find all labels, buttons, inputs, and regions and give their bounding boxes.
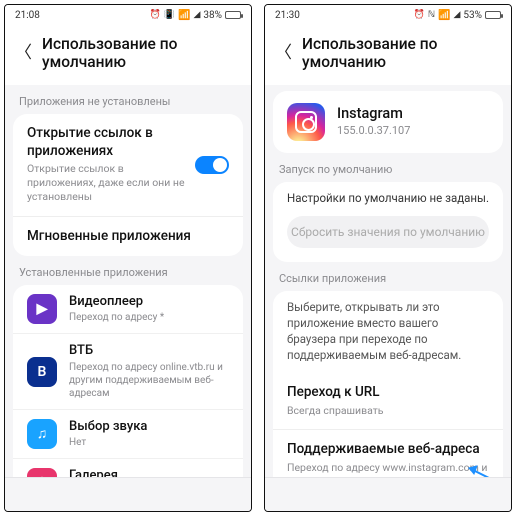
- wifi-icon: 📶: [178, 10, 190, 21]
- status-time: 21:30: [275, 10, 300, 21]
- alarm-icon: ⏰: [414, 10, 425, 20]
- open-links-row[interactable]: Открытие ссылок в приложениях Открытие с…: [13, 114, 243, 216]
- nav-recents-button[interactable]: [35, 484, 57, 506]
- links-description: Выберите, открывать ли это приложение вм…: [273, 291, 503, 373]
- app-row[interactable]: ▶ ВидеоплеерПереход по адресу *: [13, 285, 243, 333]
- nav-home-button[interactable]: [377, 484, 399, 506]
- battery-icon: [485, 11, 501, 19]
- section-launch: Запуск по умолчанию: [265, 153, 511, 182]
- instagram-icon: [287, 103, 325, 141]
- battery-pct: 53%: [463, 10, 482, 21]
- app-icon: ▶: [27, 294, 57, 324]
- wifi-icon: 📶: [438, 10, 450, 21]
- back-icon[interactable]: 〈: [275, 45, 292, 62]
- app-row[interactable]: ♫ Выбор звукаНет: [13, 409, 243, 458]
- vibrate-icon: 📳: [164, 10, 175, 20]
- open-links-toggle[interactable]: [195, 156, 229, 174]
- app-name: Instagram: [337, 105, 489, 123]
- app-sub: Переход по адресу online.vtb.ru и другим…: [69, 361, 229, 400]
- nav-back-button[interactable]: [459, 484, 481, 506]
- app-row[interactable]: В ВТБ Переход по адресу online.vtb.ru и др…: [13, 333, 243, 408]
- app-sub: Нет: [69, 436, 229, 449]
- nav-recents-button[interactable]: [295, 484, 317, 506]
- instant-apps-title: Мгновенные приложения: [27, 228, 229, 246]
- section-installed: Установленные приложения: [5, 256, 251, 285]
- open-links-title: Открытие ссылок в приложениях: [27, 125, 229, 160]
- page-title: Использование по умолчанию: [302, 35, 499, 71]
- system-nav: [5, 477, 251, 511]
- goto-url-sub: Всегда спрашивать: [287, 404, 489, 418]
- reset-defaults-button[interactable]: Сбросить значения по умолчанию: [287, 216, 489, 248]
- status-time: 21:08: [15, 10, 40, 21]
- app-name: Галерея: [69, 468, 229, 477]
- phone-right: 21:30 ⏰ ℕ 📶 ◢ 53% 〈 Использование по умо…: [264, 4, 512, 512]
- phone-left: 21:08 ⏰ 📳 📶 ◢ 38% 〈 Использование по умо…: [4, 4, 252, 512]
- app-name: Видеоплеер: [69, 294, 229, 310]
- app-icon: В: [27, 357, 57, 387]
- supported-title: Поддерживаемые веб-адреса: [287, 441, 489, 459]
- section-links: Ссылки приложения: [265, 262, 511, 291]
- app-name: ВТБ: [69, 343, 229, 359]
- nfc-icon: ℕ: [428, 10, 435, 20]
- defaults-text: Настройки по умолчанию не заданы.: [273, 182, 503, 216]
- back-icon[interactable]: 〈: [15, 45, 32, 62]
- app-bar: 〈 Использование по умолчанию: [265, 25, 511, 85]
- app-icon: ✿: [27, 468, 57, 477]
- instant-apps-row[interactable]: Мгновенные приложения: [13, 216, 243, 257]
- nav-home-button[interactable]: [117, 484, 139, 506]
- status-bar: 21:08 ⏰ 📳 📶 ◢ 38%: [5, 5, 251, 25]
- app-version: 155.0.0.37.107: [337, 124, 489, 138]
- supported-row[interactable]: Поддерживаемые веб-адреса Переход по адр…: [273, 429, 503, 477]
- section-not-installed: Приложения не установлены: [5, 85, 251, 114]
- app-header-row: Instagram 155.0.0.37.107: [273, 91, 503, 153]
- app-row[interactable]: ✿ГалереяНет: [13, 458, 243, 477]
- goto-url-row[interactable]: Переход к URL Всегда спрашивать: [273, 373, 503, 429]
- app-sub: Переход по адресу *: [69, 311, 229, 324]
- app-bar: 〈 Использование по умолчанию: [5, 25, 251, 85]
- installed-app-list: ▶ ВидеоплеерПереход по адресу * В ВТБ Перехо…: [13, 285, 243, 477]
- system-nav: [265, 477, 511, 511]
- signal-icon: ◢: [194, 10, 201, 20]
- supported-sub: Переход по адресу www.instagram.com и др…: [287, 461, 489, 477]
- battery-icon: [225, 11, 241, 19]
- battery-pct: 38%: [203, 10, 222, 21]
- goto-url-title: Переход к URL: [287, 384, 489, 402]
- app-icon: ♫: [27, 419, 57, 449]
- status-bar: 21:30 ⏰ ℕ 📶 ◢ 53%: [265, 5, 511, 25]
- nav-back-button[interactable]: [199, 484, 221, 506]
- page-title: Использование по умолчанию: [42, 35, 239, 71]
- signal-icon: ◢: [454, 10, 461, 20]
- alarm-icon: ⏰: [150, 10, 161, 20]
- app-name: Выбор звука: [69, 419, 229, 435]
